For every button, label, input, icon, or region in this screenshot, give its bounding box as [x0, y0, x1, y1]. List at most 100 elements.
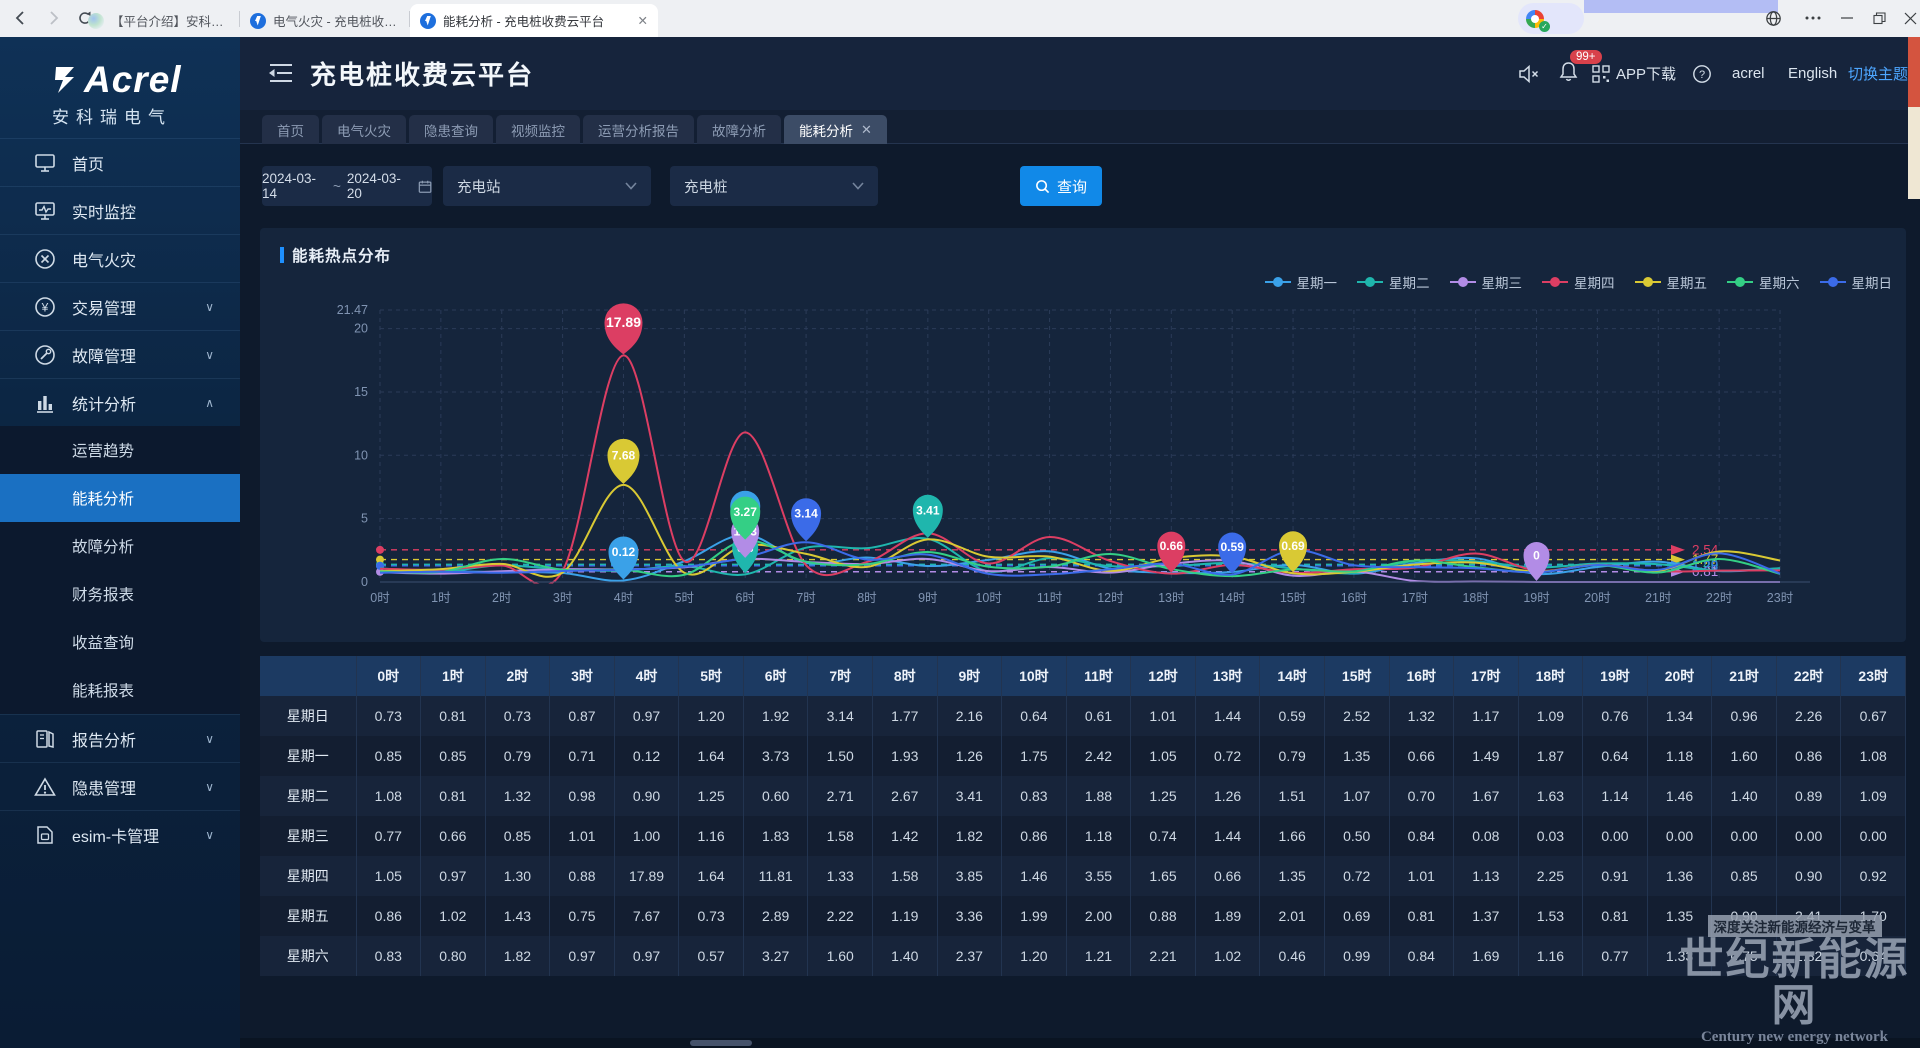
svg-text:20时: 20时 — [1584, 591, 1611, 605]
sidebar-item-8[interactable]: 隐患管理∨ — [0, 762, 240, 810]
legend-item-星期四[interactable]: 星期四 — [1542, 272, 1615, 292]
legend-item-星期六[interactable]: 星期六 — [1727, 272, 1800, 292]
legend-item-星期一[interactable]: 星期一 — [1265, 272, 1338, 292]
page-tab-隐患查询[interactable]: 隐患查询 — [409, 115, 493, 144]
sidebar-subitem-能耗报表[interactable]: 能耗报表 — [0, 666, 240, 714]
page-tab-首页[interactable]: 首页 — [262, 115, 319, 144]
table-cell: 0.73 — [356, 696, 421, 736]
tab-close-icon[interactable]: ✕ — [861, 122, 872, 138]
table-cell: 0.79 — [485, 736, 550, 776]
page-tab-故障分析[interactable]: 故障分析 — [697, 115, 781, 144]
table-col-header: 3时 — [550, 656, 615, 696]
table-cell: 1.46 — [1647, 776, 1712, 816]
table-cell: 1.63 — [1518, 776, 1583, 816]
trade-icon: ¥ — [34, 296, 56, 318]
marker-pin-星期五-7.68: 7.68 — [607, 439, 639, 484]
username[interactable]: acrel — [1732, 37, 1765, 110]
mute-icon[interactable] — [1518, 37, 1540, 110]
table-cell: 17.89 — [614, 856, 679, 896]
sidebar-item-7[interactable]: 报告分析∨ — [0, 714, 240, 762]
svg-text:17.89: 17.89 — [606, 314, 641, 330]
theme-toggle-link[interactable]: 切换主题 — [1848, 37, 1908, 110]
table-cell: 1.65 — [1131, 856, 1196, 896]
sidebar-item-1[interactable]: 首页 — [0, 138, 240, 186]
table-cell: 0.74 — [1131, 816, 1196, 856]
stats-icon — [34, 392, 56, 414]
table-cell: 1.21 — [1066, 936, 1131, 976]
browser-back-icon[interactable] — [8, 5, 34, 31]
browser-forward-icon[interactable] — [40, 5, 66, 31]
page-tab-能耗分析[interactable]: 能耗分析✕ — [784, 115, 887, 144]
sidebar-item-6[interactable]: 统计分析∧ — [0, 378, 240, 426]
legend-item-星期三[interactable]: 星期三 — [1450, 272, 1523, 292]
table-cell: 0.57 — [679, 936, 744, 976]
page-tab-运营分析报告[interactable]: 运营分析报告 — [583, 115, 694, 144]
menu-fold-icon[interactable] — [268, 61, 294, 85]
sidebar-subitem-能耗分析[interactable]: 能耗分析 — [0, 474, 240, 522]
language-toggle[interactable]: English — [1788, 37, 1837, 110]
svg-text:0.59: 0.59 — [1221, 540, 1245, 554]
svg-text:10时: 10时 — [975, 591, 1002, 605]
table-cell: 3.55 — [1066, 856, 1131, 896]
table-cell: 0.73 — [485, 696, 550, 736]
svg-text:21时: 21时 — [1645, 591, 1672, 605]
table-cell: 7.67 — [614, 896, 679, 936]
sidebar-item-3[interactable]: 电气火灾 — [0, 234, 240, 282]
sidebar-item-label: 实时监控 — [72, 199, 136, 223]
sidebar-subitem-收益查询[interactable]: 收益查询 — [0, 618, 240, 666]
table-cell: 2.22 — [808, 896, 873, 936]
svg-text:15时: 15时 — [1280, 591, 1307, 605]
query-button[interactable]: 查询 — [1020, 166, 1102, 206]
vertical-scrollbar-thumb[interactable] — [1908, 107, 1920, 199]
sidebar-item-2[interactable]: 实时监控 — [0, 186, 240, 234]
sidebar-subitem-运营趋势[interactable]: 运营趋势 — [0, 426, 240, 474]
browser-menu-icon[interactable] — [1798, 6, 1828, 30]
legend-item-星期五[interactable]: 星期五 — [1635, 272, 1708, 292]
chart-card: 能耗热点分布 星期一星期二星期三星期四星期五星期六星期日 1.291.400.8… — [260, 228, 1906, 642]
sidebar-item-4[interactable]: ¥交易管理∨ — [0, 282, 240, 330]
table-cell: 1.43 — [485, 896, 550, 936]
page-tab-视频监控[interactable]: 视频监控 — [496, 115, 580, 144]
table-cell: 0.97 — [614, 936, 679, 976]
legend-item-星期日[interactable]: 星期日 — [1820, 272, 1893, 292]
station-select[interactable]: 充电站 — [443, 166, 651, 206]
browser-tab[interactable]: 【平台介绍】安科瑞AcrelCloud-9 — [78, 4, 238, 37]
window-restore-icon[interactable] — [1864, 6, 1894, 30]
window-close-icon[interactable] — [1895, 6, 1920, 30]
window-minimize-icon[interactable] — [1832, 6, 1862, 30]
table-cell: 0.64 — [1583, 736, 1648, 776]
legend-label: 星期三 — [1482, 272, 1523, 292]
page-tab-电气火灾[interactable]: 电气火灾 — [322, 115, 406, 144]
help-icon[interactable]: ? — [1692, 37, 1712, 110]
table-cell: 0.77 — [1583, 936, 1648, 976]
sidebar-subitem-财务报表[interactable]: 财务报表 — [0, 570, 240, 618]
tab-close-icon[interactable]: ✕ — [638, 13, 648, 28]
notification-bell[interactable]: 99+ — [1558, 37, 1579, 110]
table-row-星期一: 星期一0.850.850.790.710.121.643.731.501.931… — [260, 736, 1906, 776]
table-cell: 2.42 — [1066, 736, 1131, 776]
sidebar-item-9[interactable]: esim-卡管理∨ — [0, 810, 240, 858]
table-cell: 0.67 — [1841, 696, 1906, 736]
sidebar-subitem-故障分析[interactable]: 故障分析 — [0, 522, 240, 570]
table-cell: 1.60 — [808, 936, 873, 976]
pile-select[interactable]: 充电桩 — [670, 166, 878, 206]
browser-extension-pill[interactable] — [1518, 3, 1584, 34]
svg-text:8时: 8时 — [857, 591, 877, 605]
table-cell: 0.90 — [1712, 896, 1777, 936]
app-download-link[interactable]: APP下载 — [1592, 37, 1676, 110]
svg-text:20: 20 — [354, 322, 368, 336]
table-cell: 0.97 — [421, 856, 486, 896]
table-cell: 0.00 — [1712, 816, 1777, 856]
date-range-picker[interactable]: 2024-03-14 ~ 2024-03-20 — [262, 166, 432, 206]
table-cell: 0.00 — [1776, 816, 1841, 856]
horizontal-scrollbar-thumb[interactable] — [690, 1040, 752, 1046]
table-row-label: 星期二 — [260, 776, 356, 816]
browser-tab[interactable]: 能耗分析 - 充电桩收费云平台✕ — [410, 4, 658, 37]
calendar-icon — [418, 179, 432, 194]
legend-item-星期二[interactable]: 星期二 — [1357, 272, 1430, 292]
marker-pin-星期日-3.14: 3.14 — [791, 498, 821, 541]
browser-tab[interactable]: 电气火灾 - 充电桩收费云平台 — [240, 4, 408, 37]
globe-icon[interactable] — [1758, 6, 1788, 30]
sidebar-item-5[interactable]: 故障管理∨ — [0, 330, 240, 378]
table-cell: 1.70 — [1841, 896, 1906, 936]
